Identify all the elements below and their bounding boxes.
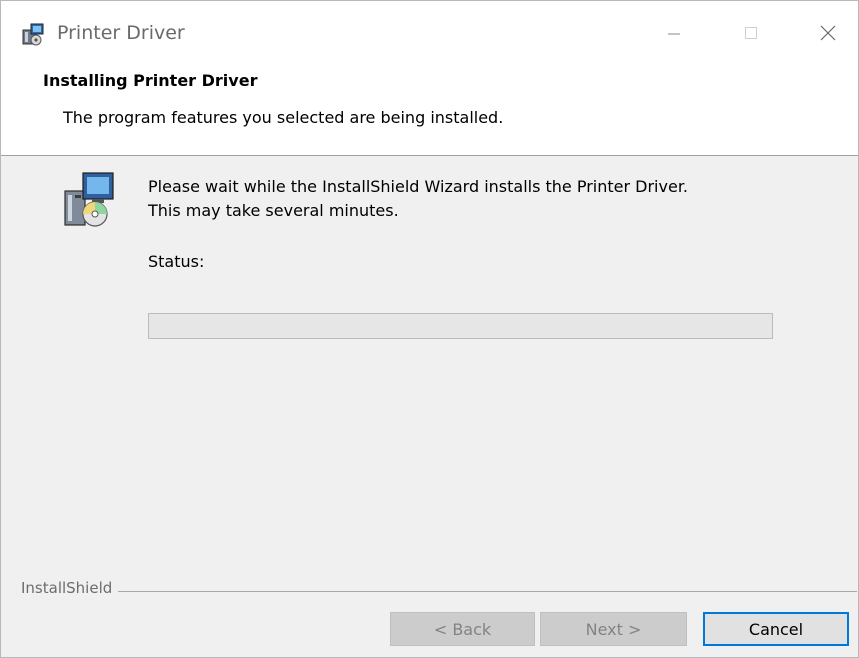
install-progress-bar bbox=[148, 313, 773, 339]
installer-window: Printer Driver Installing Printer Driver… bbox=[0, 0, 859, 658]
back-button[interactable]: < Back bbox=[390, 612, 535, 646]
title-bar[interactable]: Printer Driver bbox=[1, 1, 858, 65]
maximize-button[interactable] bbox=[723, 11, 779, 55]
window-title: Printer Driver bbox=[57, 22, 185, 44]
page-subtitle: The program features you selected are be… bbox=[63, 108, 504, 127]
message-line-1: Please wait while the InstallShield Wiza… bbox=[148, 177, 689, 196]
installer-icon bbox=[20, 21, 46, 47]
header-banner: Installing Printer Driver The program fe… bbox=[1, 65, 858, 156]
close-icon bbox=[820, 25, 836, 41]
maximize-icon bbox=[745, 27, 757, 39]
close-button[interactable] bbox=[800, 11, 856, 55]
setup-computer-disc-icon bbox=[59, 169, 119, 229]
minimize-button[interactable] bbox=[646, 11, 702, 55]
status-label: Status: bbox=[148, 252, 205, 271]
message-line-2: This may take several minutes. bbox=[148, 201, 399, 220]
cancel-button[interactable]: Cancel bbox=[703, 612, 849, 646]
footer-divider bbox=[21, 591, 857, 592]
installshield-brand: InstallShield bbox=[21, 579, 119, 597]
next-button[interactable]: Next > bbox=[540, 612, 687, 646]
progress-message: Please wait while the InstallShield Wiza… bbox=[148, 175, 688, 223]
page-title: Installing Printer Driver bbox=[43, 71, 258, 90]
minimize-icon bbox=[668, 33, 680, 35]
